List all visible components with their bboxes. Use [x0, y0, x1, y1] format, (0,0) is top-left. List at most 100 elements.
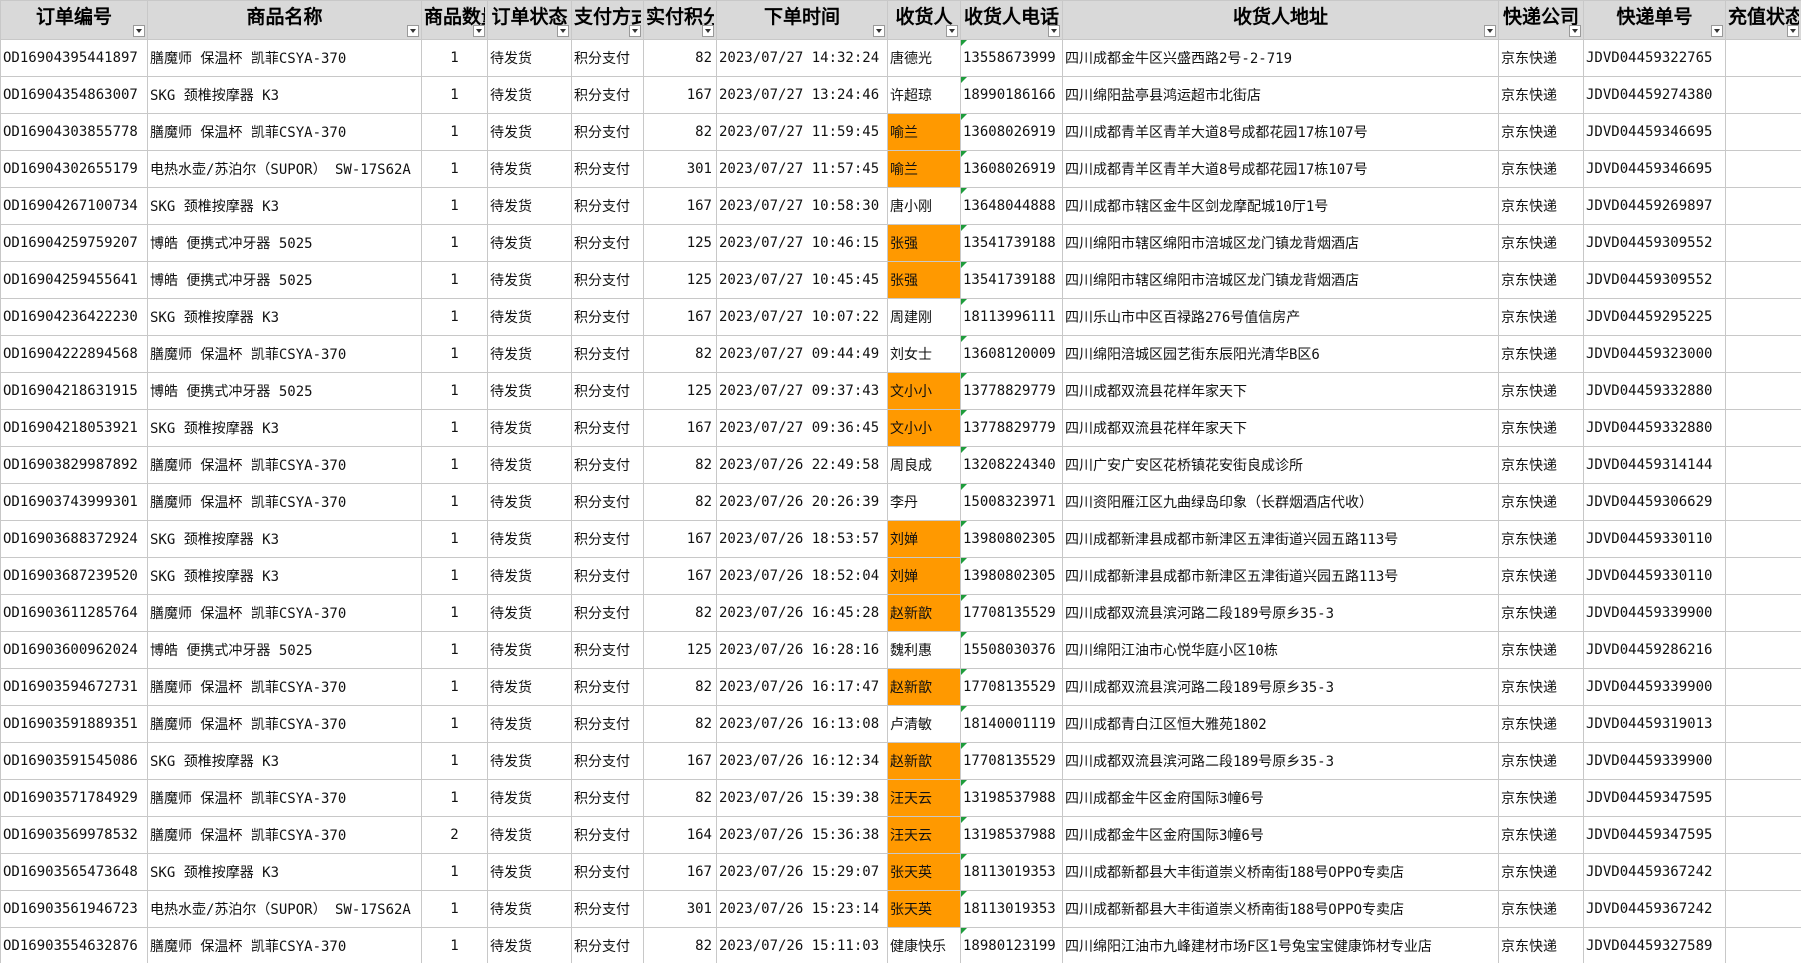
filter-dropdown-icon[interactable] — [946, 25, 958, 37]
recipient-phone-cell[interactable]: 13778829779 — [960, 372, 1063, 410]
recharge-status-cell[interactable] — [1725, 39, 1801, 77]
order-time-cell[interactable]: 2023/07/26 16:28:16 — [716, 631, 888, 669]
product-name-cell[interactable]: SKG 颈椎按摩器 K3 — [147, 520, 422, 558]
order-id-cell[interactable]: OD16903561946723 — [0, 890, 148, 928]
payment-method-cell[interactable]: 积分支付 — [571, 557, 644, 595]
product-name-cell[interactable]: SKG 颈椎按摩器 K3 — [147, 298, 422, 336]
payment-method-cell[interactable]: 积分支付 — [571, 631, 644, 669]
col-header-courier[interactable]: 快递公司 — [1498, 0, 1584, 40]
recipient-phone-cell[interactable]: 13208224340 — [960, 446, 1063, 484]
recipient-address-cell[interactable]: 四川广安广安区花桥镇花安街良成诊所 — [1062, 446, 1499, 484]
recipient-address-cell[interactable]: 四川成都双流县滨河路二段189号原乡35-3 — [1062, 742, 1499, 780]
tracking-number-cell[interactable]: JDVD04459322765 — [1583, 39, 1726, 77]
recipient-cell[interactable]: 赵新歆 — [887, 594, 961, 632]
recipient-cell[interactable]: 魏利惠 — [887, 631, 961, 669]
quantity-cell[interactable]: 1 — [421, 113, 488, 151]
order-status-cell[interactable]: 待发货 — [487, 446, 572, 484]
payment-method-cell[interactable]: 积分支付 — [571, 853, 644, 891]
quantity-cell[interactable]: 1 — [421, 150, 488, 188]
order-status-cell[interactable]: 待发货 — [487, 816, 572, 854]
quantity-cell[interactable]: 1 — [421, 742, 488, 780]
recipient-address-cell[interactable]: 四川绵阳市辖区绵阳市涪城区龙门镇龙背烟酒店 — [1062, 224, 1499, 262]
product-name-cell[interactable]: 博皓 便携式冲牙器 5025 — [147, 261, 422, 299]
order-id-cell[interactable]: OD16903565473648 — [0, 853, 148, 891]
col-header-tracking-number[interactable]: 快递单号 — [1583, 0, 1726, 40]
recharge-status-cell[interactable] — [1725, 113, 1801, 151]
recipient-cell[interactable]: 健康快乐 — [887, 927, 961, 963]
order-status-cell[interactable]: 待发货 — [487, 39, 572, 77]
recharge-status-cell[interactable] — [1725, 409, 1801, 447]
quantity-cell[interactable]: 1 — [421, 779, 488, 817]
recharge-status-cell[interactable] — [1725, 668, 1801, 706]
product-name-cell[interactable]: SKG 颈椎按摩器 K3 — [147, 409, 422, 447]
order-time-cell[interactable]: 2023/07/27 14:32:24 — [716, 39, 888, 77]
tracking-number-cell[interactable]: JDVD04459306629 — [1583, 483, 1726, 521]
filter-dropdown-icon[interactable] — [1048, 25, 1060, 37]
recipient-address-cell[interactable]: 四川绵阳盐亭县鸿运超市北街店 — [1062, 76, 1499, 114]
order-id-cell[interactable]: OD16904222894568 — [0, 335, 148, 373]
points-paid-cell[interactable]: 167 — [643, 409, 717, 447]
recipient-phone-cell[interactable]: 17708135529 — [960, 594, 1063, 632]
filter-dropdown-icon[interactable] — [557, 25, 569, 37]
recipient-address-cell[interactable]: 四川成都金牛区金府国际3幢6号 — [1062, 779, 1499, 817]
col-header-recipient-address[interactable]: 收货人地址 — [1062, 0, 1499, 40]
order-time-cell[interactable]: 2023/07/26 16:13:08 — [716, 705, 888, 743]
order-id-cell[interactable]: OD16903569978532 — [0, 816, 148, 854]
col-header-points-paid[interactable]: 实付积分 — [643, 0, 717, 40]
quantity-cell[interactable]: 1 — [421, 557, 488, 595]
col-header-recipient[interactable]: 收货人 — [887, 0, 961, 40]
recipient-address-cell[interactable]: 四川成都青白江区恒大雅苑1802 — [1062, 705, 1499, 743]
recipient-cell[interactable]: 周良成 — [887, 446, 961, 484]
payment-method-cell[interactable]: 积分支付 — [571, 927, 644, 963]
quantity-cell[interactable]: 1 — [421, 224, 488, 262]
col-header-recipient-phone[interactable]: 收货人电话 — [960, 0, 1063, 40]
recipient-phone-cell[interactable]: 13198537988 — [960, 816, 1063, 854]
recipient-cell[interactable]: 文小小 — [887, 409, 961, 447]
recharge-status-cell[interactable] — [1725, 372, 1801, 410]
recharge-status-cell[interactable] — [1725, 927, 1801, 963]
order-id-cell[interactable]: OD16903591545086 — [0, 742, 148, 780]
col-header-order-time[interactable]: 下单时间 — [716, 0, 888, 40]
quantity-cell[interactable]: 1 — [421, 853, 488, 891]
recipient-phone-cell[interactable]: 18113019353 — [960, 890, 1063, 928]
product-name-cell[interactable]: 膳魔师 保温杯 凯菲CSYA-370 — [147, 668, 422, 706]
courier-cell[interactable]: 京东快递 — [1498, 113, 1584, 151]
recipient-address-cell[interactable]: 四川资阳雁江区九曲绿岛印象（长群烟酒店代收） — [1062, 483, 1499, 521]
payment-method-cell[interactable]: 积分支付 — [571, 446, 644, 484]
recipient-cell[interactable]: 卢清敏 — [887, 705, 961, 743]
courier-cell[interactable]: 京东快递 — [1498, 594, 1584, 632]
recipient-phone-cell[interactable]: 13980802305 — [960, 520, 1063, 558]
recharge-status-cell[interactable] — [1725, 816, 1801, 854]
order-status-cell[interactable]: 待发货 — [487, 335, 572, 373]
payment-method-cell[interactable]: 积分支付 — [571, 224, 644, 262]
filter-dropdown-icon[interactable] — [1711, 25, 1723, 37]
col-header-order-status[interactable]: 订单状态 — [487, 0, 572, 40]
payment-method-cell[interactable]: 积分支付 — [571, 668, 644, 706]
recharge-status-cell[interactable] — [1725, 890, 1801, 928]
courier-cell[interactable]: 京东快递 — [1498, 261, 1584, 299]
quantity-cell[interactable]: 1 — [421, 335, 488, 373]
courier-cell[interactable]: 京东快递 — [1498, 372, 1584, 410]
order-time-cell[interactable]: 2023/07/27 09:36:45 — [716, 409, 888, 447]
order-id-cell[interactable]: OD16904302655179 — [0, 150, 148, 188]
quantity-cell[interactable]: 1 — [421, 261, 488, 299]
payment-method-cell[interactable]: 积分支付 — [571, 705, 644, 743]
recipient-cell[interactable]: 唐小刚 — [887, 187, 961, 225]
col-header-product-name[interactable]: 商品名称 — [147, 0, 422, 40]
product-name-cell[interactable]: SKG 颈椎按摩器 K3 — [147, 187, 422, 225]
col-header-recharge-status[interactable]: 充值状态 — [1725, 0, 1801, 40]
quantity-cell[interactable]: 1 — [421, 927, 488, 963]
recipient-cell[interactable]: 刘女士 — [887, 335, 961, 373]
points-paid-cell[interactable]: 301 — [643, 150, 717, 188]
order-id-cell[interactable]: OD16903591889351 — [0, 705, 148, 743]
quantity-cell[interactable]: 1 — [421, 409, 488, 447]
points-paid-cell[interactable]: 125 — [643, 224, 717, 262]
courier-cell[interactable]: 京东快递 — [1498, 668, 1584, 706]
recharge-status-cell[interactable] — [1725, 187, 1801, 225]
filter-dropdown-icon[interactable] — [473, 25, 485, 37]
recipient-address-cell[interactable]: 四川成都双流县滨河路二段189号原乡35-3 — [1062, 668, 1499, 706]
recipient-cell[interactable]: 刘婵 — [887, 520, 961, 558]
order-status-cell[interactable]: 待发货 — [487, 298, 572, 336]
order-time-cell[interactable]: 2023/07/27 10:45:45 — [716, 261, 888, 299]
order-id-cell[interactable]: OD16903687239520 — [0, 557, 148, 595]
